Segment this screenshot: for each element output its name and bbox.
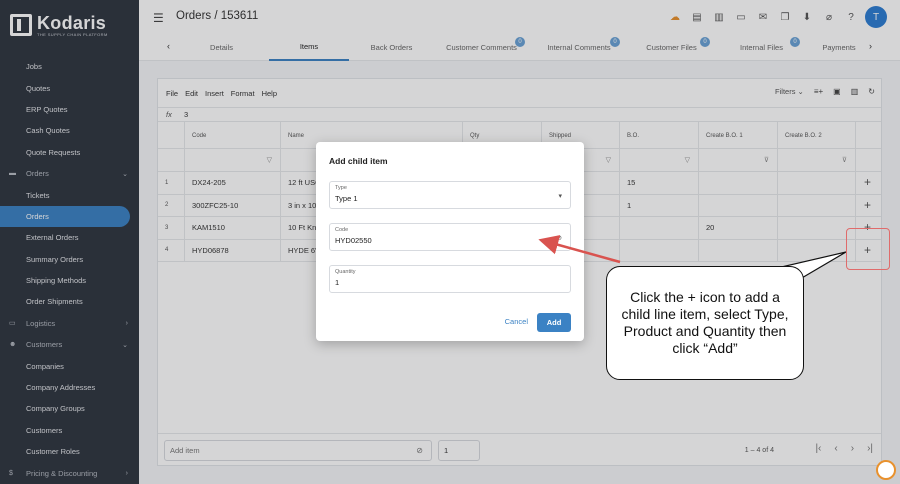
arrow-to-code-field <box>538 235 621 264</box>
annotation-arrows <box>538 235 847 283</box>
chat-icon[interactable] <box>876 460 896 480</box>
instruction-callout: Click the + icon to add a child line ite… <box>606 266 804 380</box>
highlight-add-child-icon <box>846 228 890 270</box>
